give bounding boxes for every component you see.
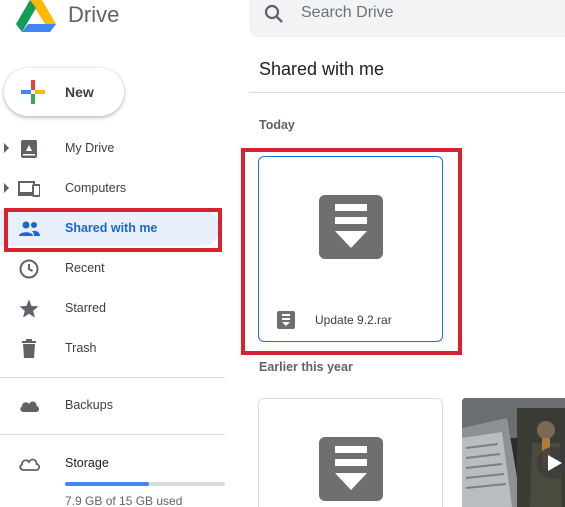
sidebar-divider bbox=[0, 377, 225, 378]
expand-caret-icon[interactable] bbox=[4, 183, 9, 193]
sidebar-divider bbox=[0, 434, 225, 435]
plus-icon bbox=[21, 80, 45, 104]
section-heading-today: Today bbox=[259, 118, 295, 132]
sidebar-item-my-drive[interactable]: My Drive bbox=[0, 130, 220, 166]
archive-small-icon bbox=[277, 311, 295, 329]
expand-caret-icon[interactable] bbox=[4, 143, 9, 153]
sidebar-item-label: Storage bbox=[65, 456, 109, 470]
sidebar-item-backups[interactable]: Backups bbox=[0, 387, 220, 423]
sidebar-item-computers[interactable]: Computers bbox=[0, 170, 220, 206]
cloud-outline-icon bbox=[19, 458, 40, 471]
storage-usage-text: 7.9 GB of 15 GB used bbox=[65, 494, 183, 507]
archive-file-icon bbox=[319, 195, 383, 259]
storage-usage-bar bbox=[65, 482, 225, 486]
computers-icon bbox=[18, 181, 40, 197]
search-bar[interactable] bbox=[249, 0, 565, 37]
sidebar-item-starred[interactable]: Starred bbox=[0, 290, 220, 326]
file-card-update-rar[interactable]: Update 9.2.rar bbox=[258, 156, 443, 342]
play-icon[interactable] bbox=[536, 446, 565, 480]
sidebar-item-label: Trash bbox=[65, 341, 97, 355]
file-card-video[interactable] bbox=[462, 398, 565, 507]
sidebar-item-label: My Drive bbox=[65, 141, 115, 155]
sidebar-item-storage[interactable]: Storage bbox=[0, 445, 220, 481]
file-card-footer: Update 9.2.rar bbox=[259, 301, 442, 341]
storage-usage-fill bbox=[65, 482, 150, 486]
sidebar-item-label: Backups bbox=[65, 398, 113, 412]
sidebar-item-label: Starred bbox=[65, 301, 106, 315]
file-card-archive[interactable] bbox=[258, 398, 443, 507]
cloud-icon bbox=[20, 401, 40, 412]
sidebar-item-label: Recent bbox=[65, 261, 105, 275]
sidebar-item-shared-with-me[interactable]: Shared with me bbox=[0, 210, 220, 246]
search-icon[interactable] bbox=[263, 3, 285, 25]
new-button[interactable]: New bbox=[4, 68, 124, 116]
archive-file-icon bbox=[319, 437, 383, 501]
page-title: Shared with me bbox=[259, 59, 385, 79]
sidebar-item-trash[interactable]: Trash bbox=[0, 330, 220, 366]
star-icon bbox=[19, 299, 39, 318]
my-drive-icon bbox=[21, 140, 37, 158]
sidebar-item-label: Shared with me bbox=[65, 221, 158, 235]
sidebar-item-recent[interactable]: Recent bbox=[0, 250, 220, 286]
app-title[interactable]: Drive bbox=[68, 2, 119, 28]
sidebar-item-label: Computers bbox=[65, 181, 127, 195]
shared-people-icon bbox=[19, 221, 40, 236]
new-button-label: New bbox=[65, 84, 94, 100]
drive-logo[interactable] bbox=[16, 0, 56, 32]
section-heading-earlier: Earlier this year bbox=[259, 360, 353, 374]
search-input[interactable] bbox=[301, 0, 551, 26]
title-divider bbox=[249, 92, 565, 93]
trash-icon bbox=[22, 339, 36, 358]
file-name: Update 9.2.rar bbox=[315, 313, 392, 327]
clock-icon bbox=[19, 259, 39, 279]
